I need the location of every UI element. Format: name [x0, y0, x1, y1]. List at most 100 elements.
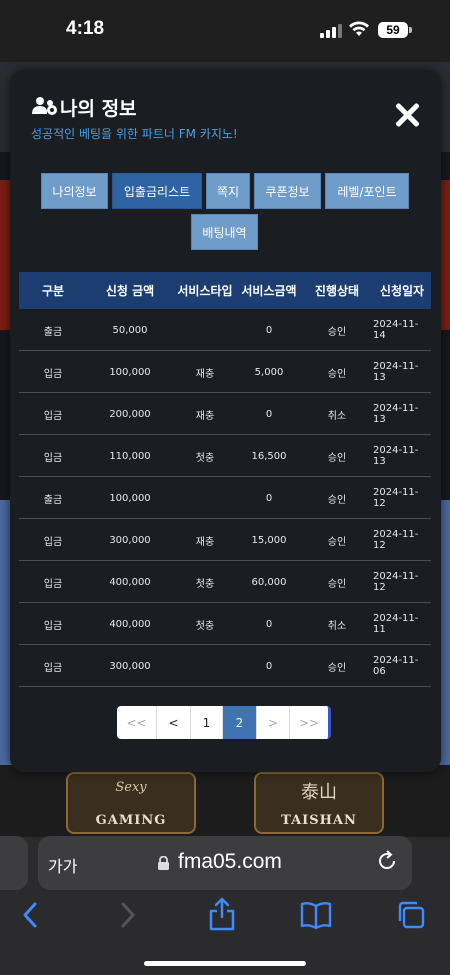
game-script: Sexy — [115, 780, 147, 795]
table-cell: 승인 — [327, 578, 347, 590]
table-cell: 재충 — [195, 368, 215, 380]
table-cell: 0 — [265, 408, 273, 420]
table-cell: 출금 — [43, 326, 63, 338]
table-cell: 0 — [265, 492, 273, 504]
table-cell: 승인 — [327, 536, 347, 548]
cellular-signal-icon — [320, 24, 342, 38]
table-cell: 200,000 — [109, 408, 151, 420]
table-cell: 300,000 — [109, 534, 151, 546]
table-cell: 취소 — [327, 620, 347, 632]
table-cell: 승인 — [327, 452, 347, 464]
table-cell: 2024-11-12 — [373, 487, 419, 509]
table-cell: 400,000 — [109, 618, 151, 630]
modal-title: 나의 정보 — [60, 98, 137, 120]
column-header: 서비스금액 — [241, 283, 297, 298]
battery-tip — [409, 27, 412, 33]
table-cell: 2024-11-12 — [373, 571, 419, 593]
table-row: 입금 300,000 0 승인 2024-11-06 — [19, 645, 431, 687]
table-cell: 첫충 — [195, 578, 215, 590]
bookmarks-icon[interactable] — [299, 900, 333, 930]
game-label: GAMING — [95, 813, 167, 828]
table-cell: 2024-11-06 — [373, 655, 419, 677]
table-cell: 첫충 — [195, 452, 215, 464]
tab-coupons[interactable]: 쿠폰정보 — [254, 173, 321, 209]
table-cell: 5,000 — [254, 366, 284, 378]
page-settings-button[interactable]: 가가 — [48, 853, 77, 877]
table-row: 입금 300,000 재충 15,000 승인 2024-11-12 — [19, 519, 431, 561]
last-page-button[interactable]: >> — [290, 706, 328, 739]
column-header: 구분 — [41, 283, 65, 298]
url-text[interactable]: fma05.com — [178, 850, 282, 874]
tab-level-points[interactable]: 레벨/포인트 — [325, 173, 409, 209]
home-indicator — [144, 961, 306, 966]
wifi-icon — [349, 21, 369, 36]
table-cell: 2024-11-12 — [373, 529, 419, 551]
forward-icon[interactable] — [112, 900, 142, 930]
table-cell — [173, 645, 237, 687]
table-cell — [173, 477, 237, 519]
page-button-1[interactable]: 1 — [191, 706, 223, 739]
table-cell: 50,000 — [112, 324, 148, 336]
game-thumbnail-sexy-gaming[interactable]: Sexy GAMING — [66, 772, 196, 834]
lock-icon — [158, 856, 169, 870]
table-cell: 승인 — [327, 494, 347, 506]
table-header: 구분 신청 금액 서비스타입 서비스금액 진행상태 신청일자 — [19, 272, 431, 309]
tab-deposit-withdraw-list[interactable]: 입출금리스트 — [112, 173, 202, 209]
table-cell: 0 — [265, 618, 273, 630]
table-cell: 입금 — [43, 536, 63, 548]
tab-betting-history[interactable]: 배팅내역 — [191, 214, 258, 250]
table-cell: 400,000 — [109, 576, 151, 588]
table-cell: 2024-11-13 — [373, 403, 419, 425]
table-row: 입금 200,000 재충 0 취소 2024-11-13 — [19, 393, 431, 435]
tabs-icon[interactable] — [396, 900, 426, 930]
share-icon[interactable] — [206, 897, 238, 931]
game-thumbnail-taishan[interactable]: 泰山 TAISHAN — [254, 772, 384, 834]
pagination: << < 1 2 > >> — [117, 706, 331, 739]
table-cell: 취소 — [327, 410, 347, 422]
table-cell: 0 — [265, 324, 273, 336]
column-header: 신청일자 — [379, 283, 425, 298]
users-cog-icon — [32, 97, 57, 115]
game-label: TAISHAN — [281, 813, 357, 828]
tab-messages[interactable]: 쪽지 — [206, 173, 250, 209]
table-cell: 16,500 — [251, 450, 287, 462]
table-cell: 입금 — [43, 620, 63, 632]
column-header: 서비스타입 — [177, 283, 233, 298]
tab-my-info[interactable]: 나의정보 — [41, 173, 108, 209]
table-cell: 입금 — [43, 452, 63, 464]
my-info-modal: 나의 정보 성공적인 베팅을 위한 파트너 FM 카지노! 나의정보 입출금리스… — [10, 70, 441, 772]
table-cell: 입금 — [43, 662, 63, 674]
table-cell: 재충 — [195, 536, 215, 548]
reload-icon[interactable] — [376, 850, 398, 872]
table-cell: 출금 — [43, 494, 63, 506]
table-cell: 재충 — [195, 410, 215, 422]
table-row: 입금 400,000 첫충 60,000 승인 2024-11-12 — [19, 561, 431, 603]
table-row: 입금 110,000 첫충 16,500 승인 2024-11-13 — [19, 435, 431, 477]
clock: 4:18 — [66, 18, 105, 39]
status-bar: 4:18 59 — [0, 0, 450, 62]
first-page-button[interactable]: << — [117, 706, 157, 739]
close-button[interactable] — [394, 102, 420, 128]
prev-page-button[interactable]: < — [157, 706, 191, 739]
back-icon[interactable] — [16, 900, 46, 930]
table-row: 입금 100,000 재충 5,000 승인 2024-11-13 — [19, 351, 431, 393]
battery-indicator: 59 — [378, 22, 408, 38]
page-button-2[interactable]: 2 — [223, 706, 257, 739]
table-cell: 첫충 — [195, 620, 215, 632]
table-cell: 승인 — [327, 368, 347, 380]
table-row: 입금 400,000 첫충 0 취소 2024-11-11 — [19, 603, 431, 645]
table-cell: 입금 — [43, 578, 63, 590]
table-cell — [173, 309, 237, 351]
table-cell: 100,000 — [109, 492, 151, 504]
table-cell: 110,000 — [109, 450, 151, 462]
game-script: 泰山 — [301, 782, 337, 803]
column-header: 신청 금액 — [105, 283, 155, 298]
table-cell: 승인 — [327, 326, 347, 338]
previous-tab-preview[interactable] — [0, 836, 28, 890]
table-cell: 승인 — [327, 662, 347, 674]
column-header: 진행상태 — [314, 283, 360, 298]
table-cell: 100,000 — [109, 366, 151, 378]
next-page-button[interactable]: > — [257, 706, 290, 739]
table-cell: 0 — [265, 660, 273, 672]
table-cell: 60,000 — [251, 576, 287, 588]
